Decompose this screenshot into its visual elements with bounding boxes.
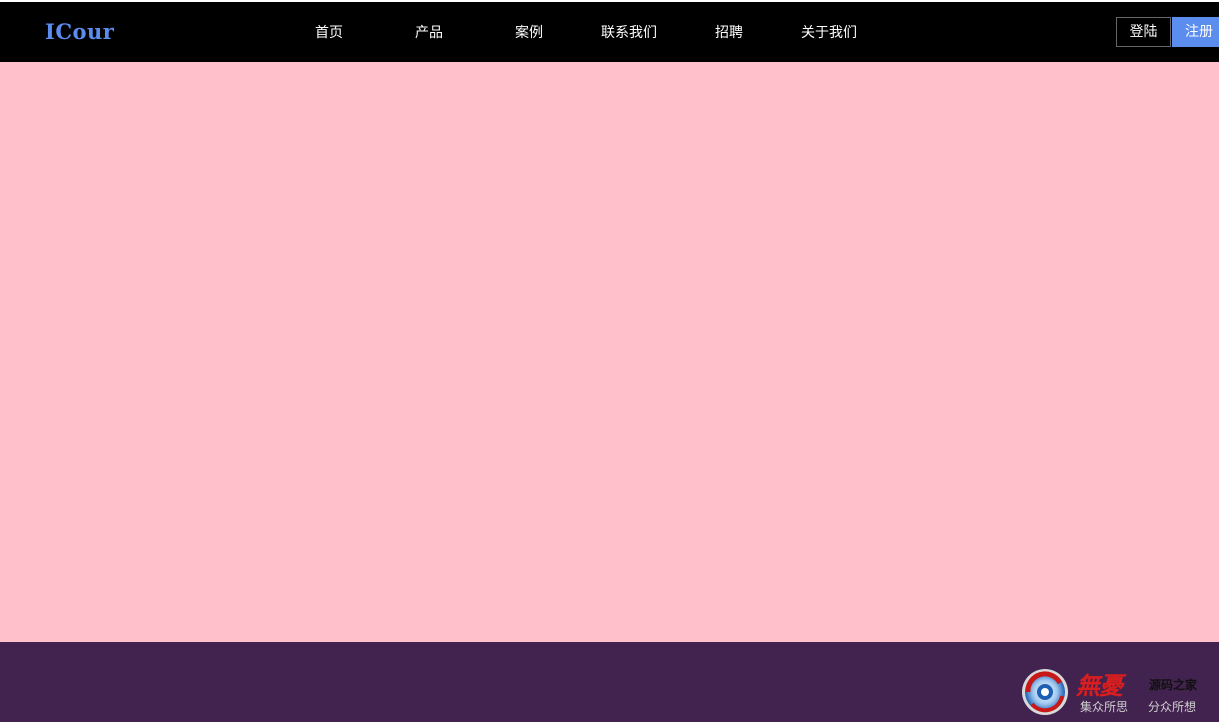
watermark-slogan-left: 集众所思: [1080, 700, 1129, 714]
nav-item-home[interactable]: 首页: [279, 22, 379, 44]
nav-item-jobs[interactable]: 招聘: [679, 22, 779, 44]
nav-item-products[interactable]: 产品: [379, 22, 479, 44]
watermark-site: 源码之家: [1149, 678, 1198, 692]
site-logo[interactable]: ICour: [45, 19, 114, 44]
nav-item-about[interactable]: 关于我们: [779, 22, 879, 44]
watermark-slogan-right: 分众所想: [1148, 700, 1197, 714]
main-content-area: [0, 62, 1219, 642]
nav-item-contact[interactable]: 联系我们: [579, 22, 679, 44]
register-button[interactable]: 注册: [1172, 17, 1219, 47]
login-button[interactable]: 登陆: [1116, 17, 1171, 47]
watermark-brand: 無憂: [1076, 671, 1123, 700]
nav-item-cases[interactable]: 案例: [479, 22, 579, 44]
navbar: ICour 首页 产品 案例 联系我们 招聘 关于我们 登陆 注册: [0, 2, 1219, 62]
